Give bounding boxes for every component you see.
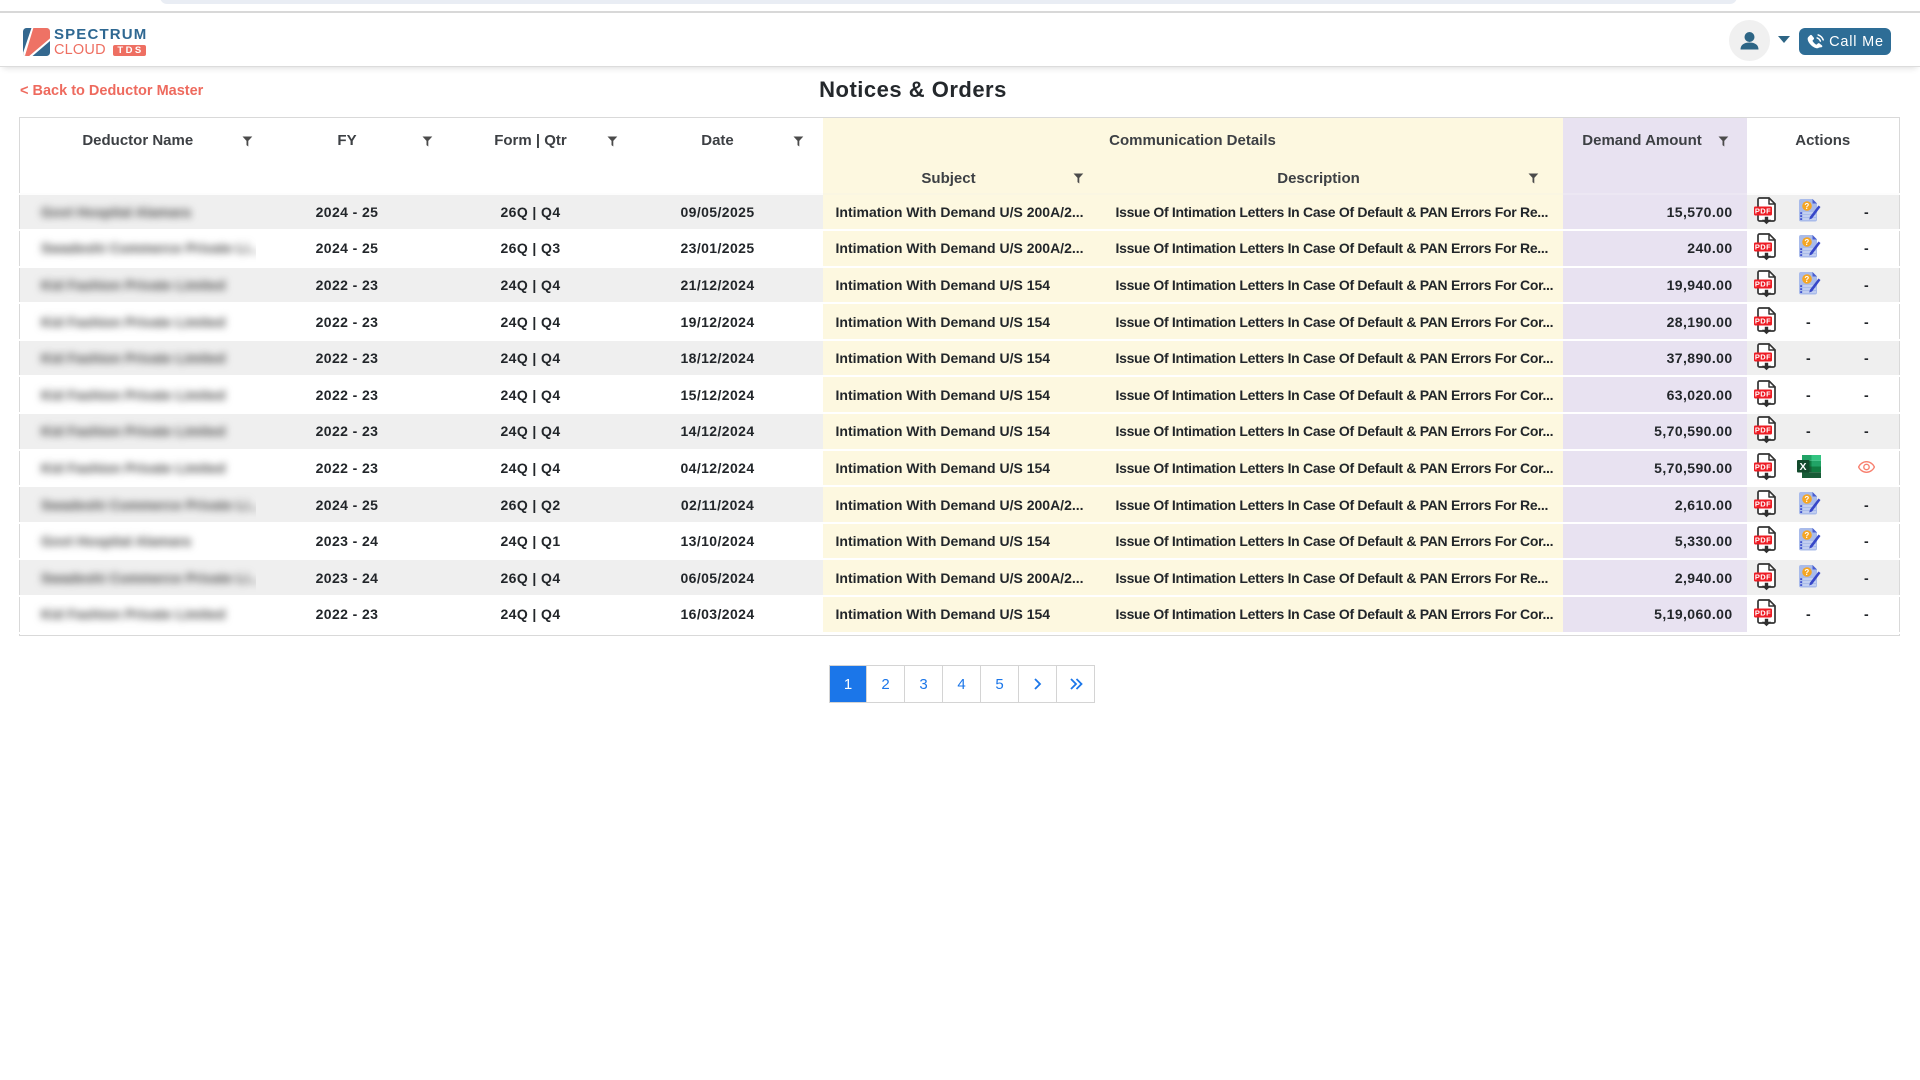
svg-text:PDF: PDF [1754, 536, 1770, 545]
svg-text:PDF: PDF [1754, 572, 1770, 581]
svg-text:?: ? [1804, 531, 1809, 540]
svg-text:?: ? [1804, 238, 1809, 247]
svg-text:X: X [1799, 461, 1806, 473]
svg-text:PDF: PDF [1754, 426, 1770, 435]
svg-text:?: ? [1804, 202, 1809, 211]
svg-text:PDF: PDF [1754, 243, 1770, 252]
svg-text:PDF: PDF [1754, 316, 1770, 325]
svg-text:PDF: PDF [1754, 499, 1770, 508]
svg-text:PDF: PDF [1754, 463, 1770, 472]
svg-text:PDF: PDF [1754, 389, 1770, 398]
svg-text:PDF: PDF [1754, 280, 1770, 289]
svg-text:?: ? [1804, 495, 1809, 504]
svg-text:PDF: PDF [1754, 206, 1770, 215]
svg-text:PDF: PDF [1754, 609, 1770, 618]
svg-text:?: ? [1804, 275, 1809, 284]
svg-text:?: ? [1804, 568, 1809, 577]
svg-text:PDF: PDF [1754, 353, 1770, 362]
